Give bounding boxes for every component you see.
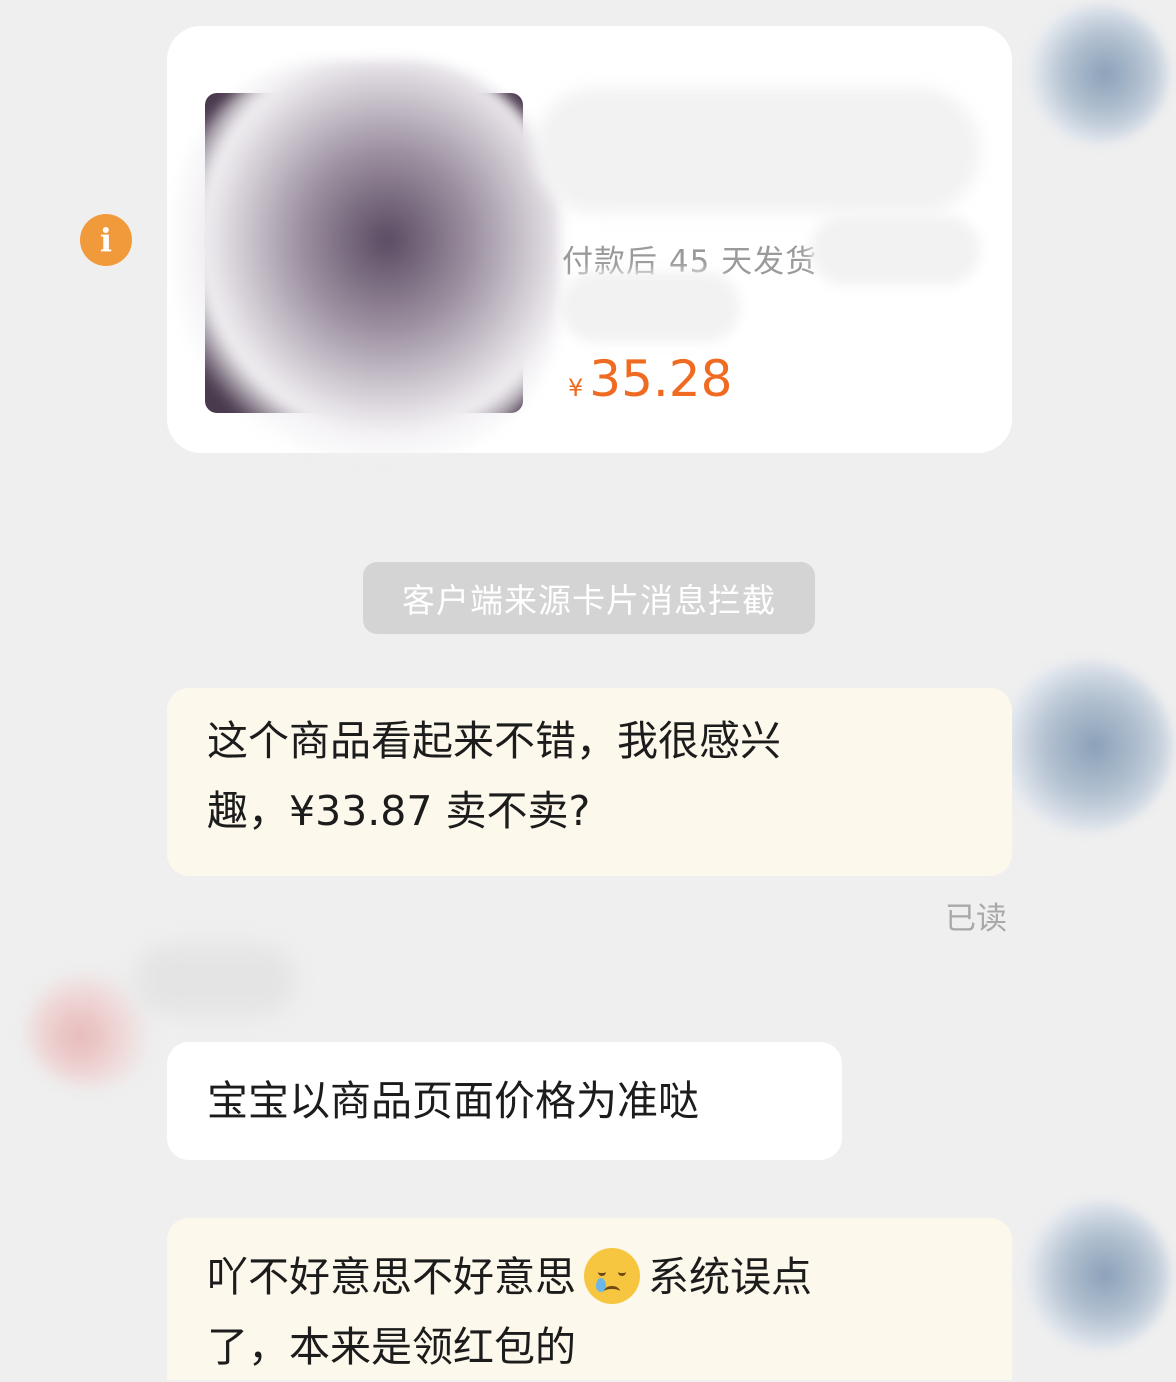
avatar-me[interactable] <box>1025 1200 1170 1350</box>
seller-name-blur <box>135 945 295 1015</box>
price-currency: ¥ <box>568 374 584 402</box>
avatar-me[interactable] <box>1000 660 1172 832</box>
message-bubble-them[interactable]: 宝宝以商品页面价格为准哒 <box>167 1042 842 1160</box>
info-icon[interactable]: i <box>80 214 132 266</box>
avatar-me[interactable] <box>1028 4 1168 144</box>
message-line: 了，本来是领红包的 <box>207 1323 576 1371</box>
price-value: 35.28 <box>589 350 733 408</box>
subtitle-blur <box>560 272 740 342</box>
message-text: 系统误点 <box>648 1253 812 1301</box>
product-price: ¥35.28 <box>568 350 732 408</box>
message-bubble-me[interactable]: 吖不好意思不好意思 系统误点 了，本来是领红包的 <box>167 1218 1012 1380</box>
message-bubble-me[interactable]: 这个商品看起来不错，我很感兴 趣，¥33.87 卖不卖? <box>167 688 1012 876</box>
message-text: 吖不好意思不好意思 <box>207 1253 576 1301</box>
message-line: 这个商品看起来不错，我很感兴 <box>207 717 781 765</box>
product-title-blur <box>535 88 980 213</box>
message-line: 吖不好意思不好意思 系统误点 <box>207 1242 1012 1312</box>
system-notice: 客户端来源卡片消息拦截 <box>363 562 815 634</box>
message-line: 趣，¥33.87 卖不卖? <box>207 787 591 835</box>
tag-blur <box>810 215 980 285</box>
crying-face-icon <box>584 1248 640 1304</box>
thumbnail-blur-mask <box>175 60 560 460</box>
message-line: 宝宝以商品页面价格为准哒 <box>207 1077 699 1125</box>
read-status: 已读 <box>945 901 1007 937</box>
